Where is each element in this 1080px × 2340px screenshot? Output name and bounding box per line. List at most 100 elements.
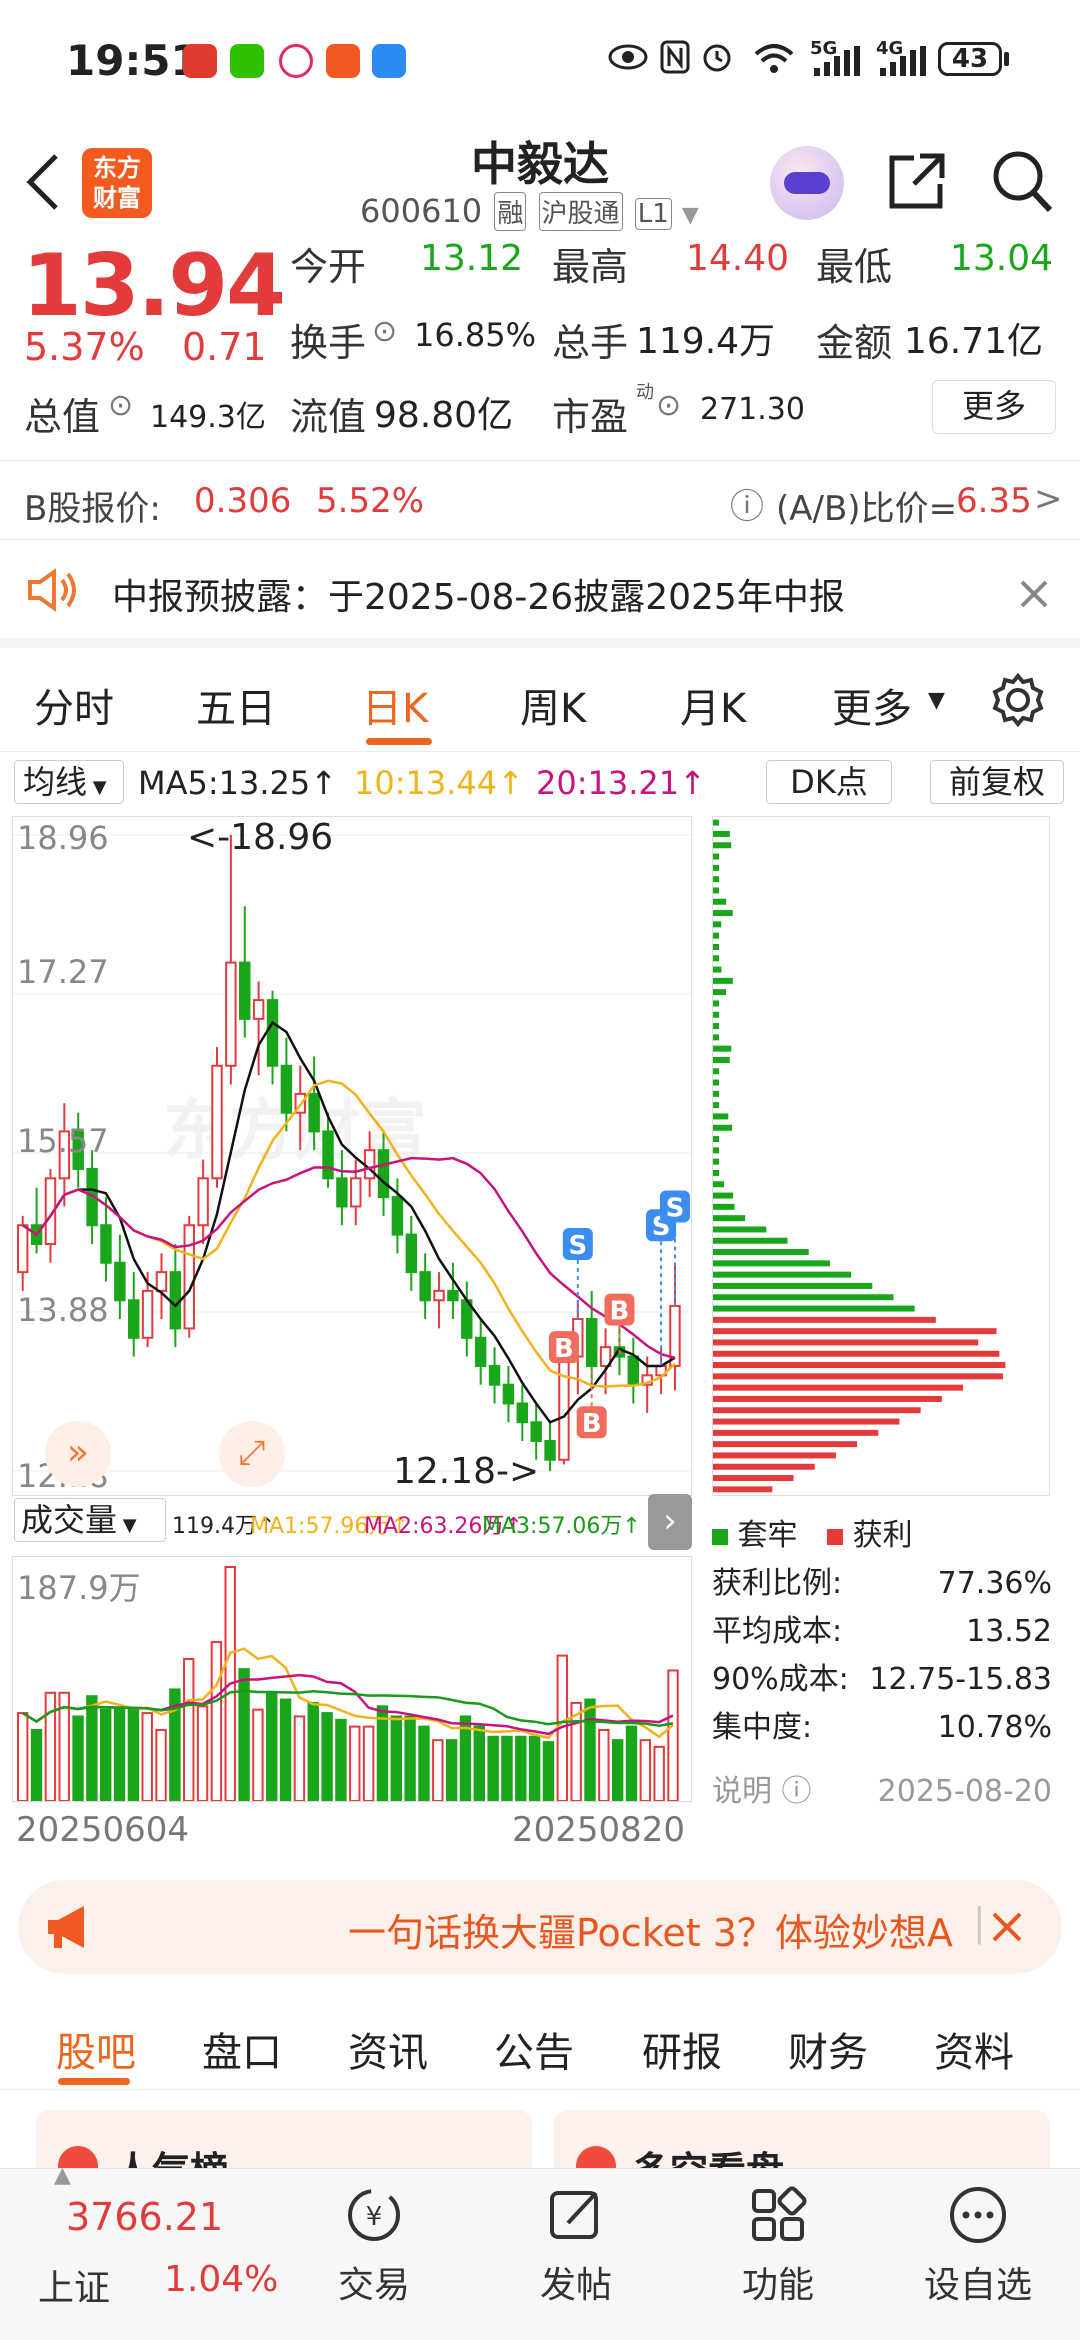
ma-selector[interactable]: 均线 ▼ (14, 760, 124, 804)
close-icon[interactable] (1018, 578, 1050, 610)
chip-bar (713, 1181, 725, 1188)
volume-bar (362, 1725, 375, 1802)
chip-stat-value: 10.78% (937, 1710, 1052, 1745)
index-name[interactable]: 上证 (38, 2259, 110, 2311)
bull-bear-icon (576, 2146, 616, 2170)
b-share-bar: B股报价: 0.306 5.52% ⓘ (A/B)比价= 6.35 > (0, 460, 1080, 540)
open-label: 今开 (290, 245, 367, 289)
close-icon[interactable] (990, 1910, 1024, 1944)
tab-intraday[interactable]: 分时 (34, 676, 114, 734)
volume-bar (584, 1698, 596, 1802)
price-axis-label: 18.96 (17, 819, 109, 857)
nav-functions[interactable]: 功能 (718, 2179, 838, 2308)
info-icon[interactable]: ⊙ (656, 388, 681, 423)
tab-announcements[interactable]: 公告 (494, 2020, 574, 2078)
search-icon[interactable] (990, 148, 1054, 214)
volume-bar (349, 1725, 361, 1802)
more-button[interactable]: 更多 (932, 380, 1056, 434)
chip-note-row[interactable]: 说明 ⓘ 2025-08-20 (712, 1768, 1052, 1816)
tab-weekly-k[interactable]: 周K (520, 676, 586, 734)
notice-bar[interactable]: 中报预披露：于2025-08-26披露2025年中报 (0, 540, 1080, 648)
more-dropdown-icon[interactable]: ▼ (928, 688, 945, 713)
info-tabs: 股吧 盘口 资讯 公告 研报 财务 资料 (0, 1990, 1080, 2090)
speaker-icon (28, 568, 76, 612)
chip-bar (713, 1339, 979, 1346)
promo-banner[interactable]: 一句话换大疆Pocket 3？体验妙想A | (18, 1880, 1062, 1974)
chip-bar (713, 1113, 729, 1120)
candle-body (474, 1336, 487, 1367)
volume-bar (307, 1701, 319, 1802)
expand-panel-arrow-icon[interactable]: › (648, 1494, 692, 1550)
info-icon[interactable]: ⊙ (372, 314, 397, 349)
candle-body (169, 1271, 182, 1330)
amount-value: 16.71亿 (904, 321, 1044, 362)
sell-signal-marker: S (562, 1227, 593, 1261)
share-icon[interactable] (886, 150, 948, 212)
chip-bar (713, 1079, 719, 1086)
volume-bar (293, 1715, 306, 1803)
dropdown-triangle-icon[interactable]: ▼ (682, 203, 699, 228)
tab-monthly-k[interactable]: 月K (680, 676, 746, 734)
chip-bar (713, 1011, 719, 1018)
settings-gear-icon[interactable] (990, 672, 1046, 728)
chip-bar (713, 910, 733, 917)
nav-add-watchlist[interactable]: 设自选 (918, 2179, 1038, 2308)
svg-text:B: B (610, 1297, 630, 1327)
trade-icon: ¥ (348, 2189, 400, 2241)
volume-bar (432, 1739, 444, 1802)
volume-bar (266, 1691, 278, 1802)
chip-bar (713, 864, 719, 871)
candle-body (558, 1355, 570, 1461)
pe-value: 271.30 (700, 392, 805, 427)
k-chart[interactable]: 东方财富 SBSBBS 18.96 17.27 15.57 13.88 12.1… (12, 816, 693, 1496)
tab-news[interactable]: 资讯 (348, 2020, 428, 2078)
fullscreen-icon[interactable]: ⤢ (219, 1421, 285, 1487)
candle-body (433, 1289, 445, 1302)
index-value[interactable]: 3766.21 (66, 2195, 223, 2239)
chip-bar (713, 1282, 873, 1289)
bull-bear-card[interactable]: 多空看盘 (554, 2110, 1050, 2170)
chip-stat-row: 平均成本: 13.52 (712, 1608, 1052, 1656)
tab-guba[interactable]: 股吧 (56, 2020, 136, 2078)
candle-body (16, 1224, 29, 1274)
chip-bar (713, 955, 719, 962)
candle-body (363, 1149, 376, 1180)
dk-point-button[interactable]: DK点 (766, 760, 892, 804)
volume-selector[interactable]: 成交量 ▼ (14, 1498, 166, 1542)
nav-functions-label: 功能 (741, 2265, 814, 2306)
tab-more[interactable]: 更多 (832, 676, 912, 734)
ma5-value: MA5:13.25↑ (138, 764, 338, 802)
svg-text:B: B (554, 1334, 574, 1364)
chip-distribution-svg (713, 819, 1006, 1493)
adjust-price-button[interactable]: 前复权 (930, 760, 1064, 804)
popularity-card[interactable]: 人气榜 (36, 2110, 532, 2170)
nav-trade[interactable]: ¥ 交易 (314, 2179, 434, 2308)
info-icon[interactable]: ⓘ (782, 1774, 812, 1809)
tab-five-day[interactable]: 五日 (196, 676, 276, 734)
tab-pankou[interactable]: 盘口 (202, 2020, 282, 2078)
expand-left-icon[interactable]: » (45, 1421, 111, 1487)
chip-bar (713, 1407, 921, 1414)
chip-bar (713, 1090, 719, 1097)
chip-bar (713, 842, 732, 849)
ab-ratio-arrow[interactable]: > (1034, 479, 1063, 519)
tab-profile[interactable]: 资料 (934, 2020, 1014, 2078)
chip-bar (713, 1056, 730, 1063)
info-icon[interactable]: ⊙ (108, 388, 133, 423)
volume-bar (113, 1708, 126, 1802)
index-pct[interactable]: 1.04% (164, 2259, 278, 2300)
ai-assistant-avatar[interactable] (770, 146, 844, 220)
tab-finance[interactable]: 财务 (788, 2020, 868, 2078)
chip-bar (713, 1384, 964, 1391)
chip-distribution (712, 816, 1050, 1496)
status-bar: 19:51 5G 4G 43 (0, 0, 1080, 120)
tab-daily-k[interactable]: 日K (362, 676, 428, 734)
chip-bar (713, 830, 730, 837)
volume-label: 总手 (552, 321, 629, 365)
chip-bar (713, 1215, 746, 1222)
nav-post[interactable]: 发帖 (516, 2179, 636, 2308)
signal-4g-icon (880, 46, 926, 76)
tab-research[interactable]: 研报 (642, 2020, 722, 2078)
chip-stat-value: 77.36% (937, 1566, 1052, 1601)
help-icon[interactable]: ⓘ (730, 479, 764, 528)
